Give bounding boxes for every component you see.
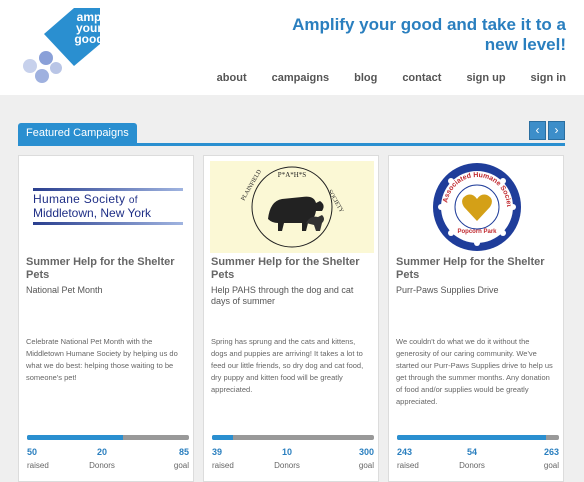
nav-blog[interactable]: blog <box>354 72 377 84</box>
raised-label: raised <box>212 461 234 470</box>
raised-value: 50 <box>27 447 38 457</box>
progress-fill <box>212 435 234 440</box>
progress-bar <box>212 435 374 440</box>
nav-sign-up[interactable]: sign up <box>466 72 505 84</box>
main-nav: about campaigns blog contact sign up sig… <box>217 72 566 84</box>
raised-value: 39 <box>212 447 223 457</box>
raised-value: 243 <box>397 447 413 457</box>
campaign-title[interactable]: Summer Help for the Shelter Pets <box>26 256 188 282</box>
site-header: amp your good Amplify your good and take… <box>0 0 584 95</box>
donors-label: Donors <box>274 461 300 470</box>
campaign-description: Spring has sprung and the cats and kitte… <box>211 337 364 394</box>
logo-text: amp your good <box>74 10 104 46</box>
nav-about[interactable]: about <box>217 72 247 84</box>
header-tagline: Amplify your good and take it to a new l… <box>292 15 566 54</box>
svg-text:PLAINFIELD: PLAINFIELD <box>241 168 264 202</box>
associated-humane-societies-logo: Associated Humane Societies Popcorn Park <box>431 161 521 251</box>
campaign-cards: Humane Society of Middletown, New York S… <box>18 155 565 482</box>
campaign-description: We couldn't do what we do it without the… <box>396 337 553 406</box>
nav-campaigns[interactable]: campaigns <box>272 72 329 84</box>
goal-label: goal <box>173 461 189 470</box>
donors-value: 20 <box>96 447 108 457</box>
campaign-subtitle: Purr-Paws Supplies Drive <box>396 285 499 295</box>
campaign-image[interactable]: Associated Humane Societies Popcorn Park <box>395 161 559 253</box>
campaign-card[interactable]: Humane Society of Middletown, New York S… <box>18 155 194 482</box>
raised-label: raised <box>27 461 49 470</box>
nav-contact[interactable]: contact <box>402 72 441 84</box>
chevron-right-icon[interactable]: › <box>548 121 565 140</box>
svg-text:SOCIETY: SOCIETY <box>326 189 344 215</box>
campaign-image[interactable]: P*A*H*S PLAINFIELD SOCIETY <box>210 161 374 253</box>
featured-section-header: Featured Campaigns ‹ › <box>18 121 565 146</box>
section-title: Featured Campaigns <box>18 123 137 143</box>
campaign-stats: 50 raised 20 Donors 85 goal <box>27 447 189 477</box>
pahs-logo: P*A*H*S PLAINFIELD SOCIETY <box>241 166 344 248</box>
donors-label: Donors <box>89 461 115 470</box>
progress-bar <box>27 435 189 440</box>
campaign-stats: 243 raised 54 Donors 263 goal <box>397 447 559 477</box>
campaign-description: Celebrate National Pet Month with the Mi… <box>26 337 178 382</box>
carousel-controls: ‹ › <box>529 121 565 140</box>
campaign-stats: 39 raised 10 Donors 300 goal <box>212 447 374 477</box>
campaign-card[interactable]: Associated Humane Societies Popcorn Park… <box>388 155 564 482</box>
goal-value: 263 <box>543 447 559 457</box>
campaign-title[interactable]: Summer Help for the Shelter Pets <box>211 256 373 282</box>
progress-bar <box>397 435 559 440</box>
progress-fill <box>397 435 547 440</box>
nav-sign-in[interactable]: sign in <box>531 72 566 84</box>
goal-value: 85 <box>178 447 189 457</box>
campaign-title[interactable]: Summer Help for the Shelter Pets <box>396 256 558 282</box>
amp-your-good-logo[interactable]: amp your good <box>18 8 104 88</box>
goal-label: goal <box>543 461 559 470</box>
progress-fill <box>27 435 123 440</box>
raised-label: raised <box>397 461 419 470</box>
goal-value: 300 <box>358 447 374 457</box>
campaign-image[interactable]: Humane Society of Middletown, New York <box>25 161 189 253</box>
humane-society-middletown-logo: Humane Society of Middletown, New York <box>25 187 189 227</box>
donors-value: 54 <box>466 447 478 457</box>
chevron-left-icon[interactable]: ‹ <box>529 121 546 140</box>
goal-label: goal <box>358 461 374 470</box>
main-content: Featured Campaigns ‹ › Humane Society of… <box>0 95 584 482</box>
campaign-card[interactable]: P*A*H*S PLAINFIELD SOCIETY Summer Help f… <box>203 155 379 482</box>
donors-value: 10 <box>281 447 293 457</box>
campaign-subtitle: National Pet Month <box>26 285 103 295</box>
campaign-subtitle: Help PAHS through the dog and cat days o… <box>211 285 354 306</box>
donors-label: Donors <box>459 461 485 470</box>
svg-text:Popcorn Park: Popcorn Park <box>457 229 497 235</box>
svg-text:P*A*H*S: P*A*H*S <box>278 171 307 179</box>
